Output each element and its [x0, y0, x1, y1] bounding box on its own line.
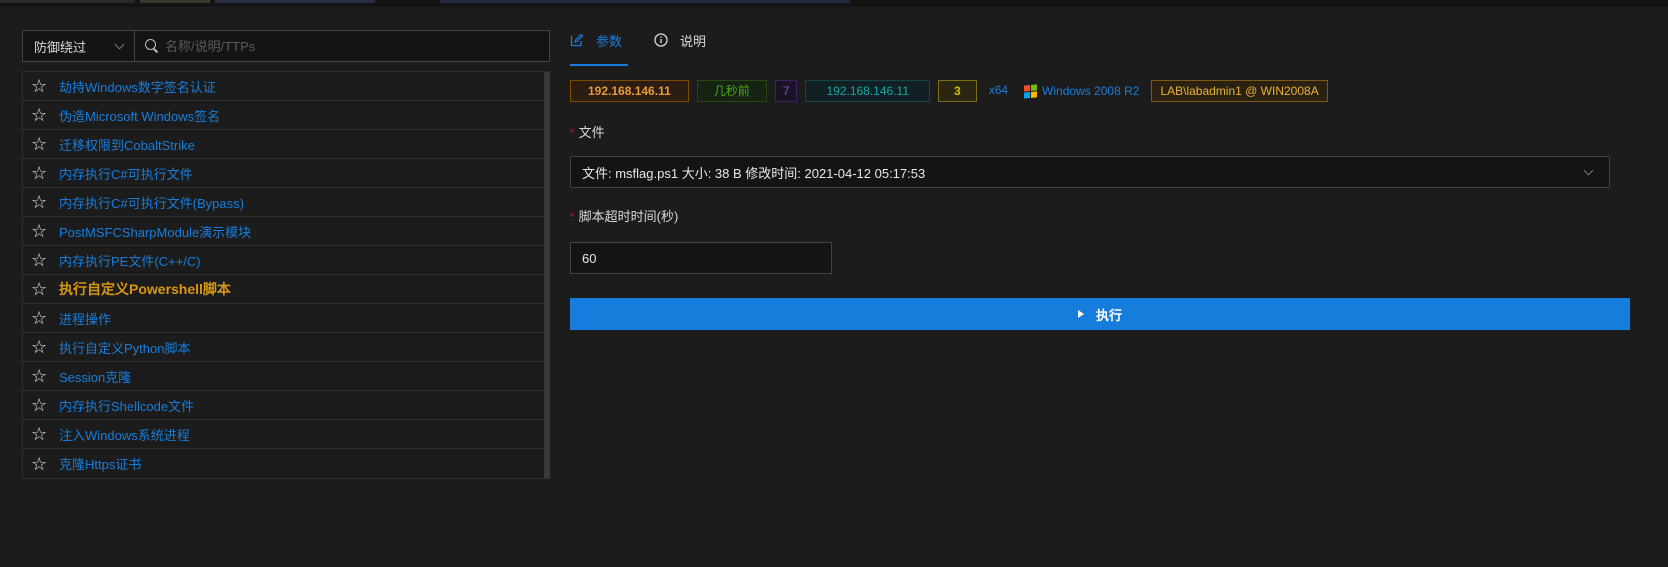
module-label: 执行自定义Powershell脚本 [59, 281, 231, 297]
windows-logo-icon [1024, 83, 1038, 99]
file-field-label: * 文件 [570, 122, 605, 141]
star-outline-icon[interactable]: ☆ [31, 338, 57, 356]
star-outline-icon[interactable]: ☆ [31, 77, 57, 95]
module-item[interactable]: ☆ 伪造Microsoft Windows签名 [23, 101, 545, 130]
execute-button-label: 执行 [1095, 307, 1122, 323]
category-select[interactable]: 防御绕过 [22, 30, 135, 62]
required-mark: * [570, 126, 575, 140]
arch-tag: x64 [988, 83, 1009, 97]
top-strip [0, 0, 1668, 7]
top-tab-segment [140, 0, 210, 3]
star-outline-icon[interactable]: ☆ [31, 280, 57, 298]
module-label: 注入Windows系统进程 [59, 427, 190, 443]
star-outline-icon[interactable]: ☆ [31, 425, 57, 443]
module-label: 伪造Microsoft Windows签名 [59, 108, 221, 124]
list-scrollbar[interactable] [544, 72, 550, 478]
module-label: 内存执行C#可执行文件(Bypass) [59, 195, 244, 211]
module-item[interactable]: ☆ 克隆Https证书 [23, 449, 545, 478]
module-item[interactable]: ☆ 迁移权限到CobaltStrike [23, 130, 545, 159]
module-label: 内存执行C#可执行文件 [59, 166, 193, 182]
tab-params[interactable]: 参数 [570, 30, 622, 50]
module-label: 克隆Https证书 [59, 457, 142, 472]
star-outline-icon[interactable]: ☆ [31, 396, 57, 414]
file-select[interactable]: 文件: msflag.ps1 大小: 38 B 修改时间: 2021-04-12… [570, 156, 1610, 188]
module-detail-panel: 参数 说明 192.168.146.11 几秒前 7 192.168.146.1… [570, 30, 1630, 330]
top-tab-segment [0, 0, 135, 3]
timeout-input[interactable] [570, 242, 832, 274]
star-outline-icon[interactable]: ☆ [31, 309, 57, 327]
module-label: 迁移权限到CobaltStrike [59, 137, 195, 153]
module-item[interactable]: ☆ 内存执行C#可执行文件 [23, 159, 545, 188]
module-item[interactable]: ☆ Session克隆 [23, 362, 545, 391]
module-label: 进程操作 [59, 311, 112, 327]
search-icon [145, 39, 159, 53]
star-outline-icon[interactable]: ☆ [31, 193, 57, 211]
module-label: PostMSFCSharpModule演示模块 [59, 224, 252, 240]
play-icon [1077, 310, 1084, 318]
last-seen-tag: 几秒前 [696, 80, 767, 102]
star-outline-icon[interactable]: ☆ [31, 455, 57, 473]
module-item[interactable]: ☆ 内存执行C#可执行文件(Bypass) [23, 188, 545, 217]
tab-ink-bar [570, 64, 628, 66]
os-tag: Windows 2008 R2 [1020, 80, 1143, 102]
search-input[interactable] [165, 38, 539, 54]
detail-tabs: 参数 说明 [570, 30, 1630, 66]
pid-tag: 7 [774, 80, 798, 102]
module-item[interactable]: ☆ 进程操作 [23, 304, 545, 333]
module-item[interactable]: ☆ 内存执行Shellcode文件 [23, 391, 545, 420]
star-outline-icon[interactable]: ☆ [31, 222, 57, 240]
category-select-value: 防御绕过 [34, 39, 87, 55]
star-outline-icon[interactable]: ☆ [31, 106, 57, 124]
module-item[interactable]: ☆ 注入Windows系统进程 [23, 420, 545, 449]
star-outline-icon[interactable]: ☆ [31, 135, 57, 153]
module-label: 内存执行PE文件(C++/C) [59, 253, 201, 269]
search-box[interactable] [135, 30, 550, 62]
tab-params-label: 参数 [596, 33, 623, 49]
top-tab-segment [215, 0, 375, 3]
star-outline-icon[interactable]: ☆ [31, 251, 57, 269]
integrity-level-tag: 3 [938, 80, 977, 102]
top-tab-segment [440, 0, 850, 3]
chevron-down-icon [1583, 165, 1594, 175]
module-item[interactable]: ☆ 劫持Windows数字签名认证 [23, 72, 545, 101]
info-circle-icon [654, 33, 668, 47]
module-item[interactable]: ☆ 执行自定义Python脚本 [23, 333, 545, 362]
chevron-down-icon [114, 39, 125, 49]
module-panel: 防御绕过 ☆劫持Windows数字签名认证 ☆伪造Microsoft Windo… [22, 30, 550, 479]
module-item-selected[interactable]: ☆ 执行自定义Powershell脚本 [23, 275, 545, 304]
tab-description-label: 说明 [680, 33, 707, 49]
module-list: ☆ 劫持Windows数字签名认证 ☆ 伪造Microsoft Windows签名 … [22, 71, 550, 479]
search-row: 防御绕过 [22, 30, 550, 62]
module-item[interactable]: ☆ PostMSFCSharpModule演示模块 [23, 217, 545, 246]
module-label: 内存执行Shellcode文件 [59, 398, 195, 414]
tab-description[interactable]: 说明 [654, 30, 706, 50]
file-select-value: 文件: msflag.ps1 大小: 38 B 修改时间: 2021-04-12… [582, 165, 926, 181]
user-tag: LAB\labadmin1 @ WIN2008A [1151, 80, 1328, 102]
file-label-text: 文件 [578, 125, 605, 140]
star-outline-icon[interactable]: ☆ [31, 164, 57, 182]
star-outline-icon[interactable]: ☆ [31, 367, 57, 385]
os-label: Windows 2008 R2 [1042, 84, 1140, 98]
session-info-tags: 192.168.146.11 几秒前 7 192.168.146.11 3 x6… [570, 80, 1336, 102]
execute-button[interactable]: 执行 [570, 298, 1630, 330]
module-label: Session克隆 [59, 369, 132, 385]
public-ip-tag: 192.168.146.11 [570, 80, 689, 102]
local-ip-tag: 192.168.146.11 [805, 80, 930, 102]
edit-icon [570, 33, 584, 47]
required-mark: * [570, 210, 575, 224]
module-item[interactable]: ☆ 内存执行PE文件(C++/C) [23, 246, 545, 275]
timeout-field-label: * 脚本超时时间(秒) [570, 206, 678, 225]
timeout-label-text: 脚本超时时间(秒) [578, 209, 679, 224]
module-label: 执行自定义Python脚本 [59, 340, 191, 356]
module-label: 劫持Windows数字签名认证 [59, 79, 216, 95]
